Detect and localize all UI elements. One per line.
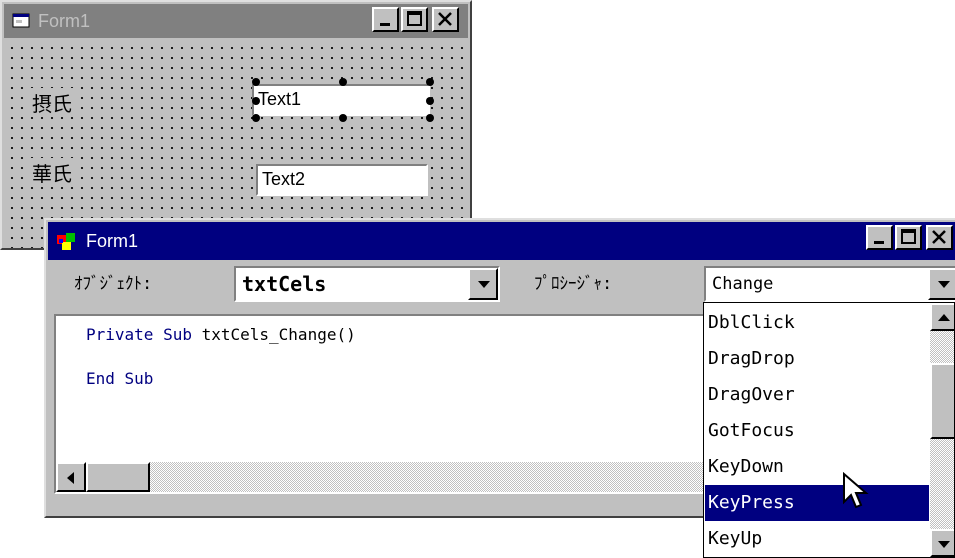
minimize-icon — [380, 23, 390, 26]
procedure-dropdown-list[interactable]: DblClick DragDrop DragOver GotFocus KeyD… — [703, 302, 955, 558]
list-item-gotfocus[interactable]: GotFocus — [705, 413, 929, 449]
code-window-title: Form1 — [86, 231, 139, 251]
list-item-dragover[interactable]: DragOver — [705, 377, 929, 413]
resize-handle[interactable] — [426, 78, 434, 86]
mouse-cursor-icon — [843, 472, 869, 509]
scroll-down-button[interactable] — [930, 529, 954, 557]
close-icon — [932, 230, 946, 244]
code-line[interactable]: Private Sub txtCels_Change() — [86, 324, 356, 346]
vb-project-icon — [57, 233, 75, 250]
designer-maximize-button[interactable] — [401, 7, 428, 32]
code-line[interactable]: End Sub — [86, 368, 153, 390]
chevron-down-icon — [938, 281, 950, 288]
code-close-button[interactable] — [926, 225, 953, 250]
code-title-bar[interactable]: Form1 — [48, 222, 955, 260]
resize-handle[interactable] — [252, 97, 260, 105]
object-dropdown-button[interactable] — [468, 268, 498, 300]
horizontal-scroll-thumb[interactable] — [86, 462, 150, 492]
form-designer-window: Form1 摂氏 華氏 Text1 Text2 — [0, 0, 472, 250]
list-item-keypress[interactable]: KeyPress — [705, 485, 929, 521]
vertical-scrollbar[interactable] — [930, 303, 954, 557]
procedure-dropdown-button[interactable] — [928, 268, 955, 300]
code-maximize-button[interactable] — [895, 225, 922, 250]
designer-title-bar[interactable]: Form1 — [4, 4, 468, 38]
resize-handle[interactable] — [339, 114, 347, 122]
arrow-up-icon — [938, 314, 950, 321]
fahrenheit-label: 華氏 — [30, 158, 74, 187]
arrow-down-icon — [938, 541, 950, 548]
scroll-up-button[interactable] — [930, 303, 954, 331]
designer-minimize-button[interactable] — [372, 7, 399, 32]
procedure-combo-value: Change — [712, 274, 774, 294]
text2-textbox[interactable]: Text2 — [256, 164, 428, 196]
resize-handle[interactable] — [426, 97, 434, 105]
resize-handle[interactable] — [339, 78, 347, 86]
celsius-label: 摂氏 — [30, 88, 74, 117]
list-item-keydown[interactable]: KeyDown — [705, 449, 929, 485]
code-minimize-button[interactable] — [866, 225, 893, 250]
resize-handle[interactable] — [252, 114, 260, 122]
procedure-combo[interactable]: Change — [704, 266, 955, 302]
vertical-scroll-thumb[interactable] — [930, 363, 954, 439]
resize-handle[interactable] — [252, 78, 260, 86]
maximize-icon — [901, 229, 916, 244]
resize-handle[interactable] — [426, 114, 434, 122]
chevron-down-icon — [478, 281, 490, 288]
close-icon — [438, 12, 452, 26]
form-icon — [12, 13, 30, 28]
designer-title: Form1 — [38, 11, 91, 31]
list-item-dblclick[interactable]: DblClick — [705, 305, 929, 341]
minimize-icon — [874, 241, 884, 244]
text1-textbox[interactable]: Text1 — [252, 84, 430, 116]
list-item-keyup[interactable]: KeyUp — [705, 521, 929, 557]
code-keyword: Private Sub — [86, 325, 192, 344]
arrow-left-icon — [67, 472, 74, 484]
code-text: txtCels_Change() — [191, 325, 356, 344]
scroll-left-button[interactable] — [56, 462, 86, 492]
object-label: ｵﾌﾞｼﾞｪｸﾄ: — [74, 274, 153, 294]
list-item-dragdrop[interactable]: DragDrop — [705, 341, 929, 377]
designer-close-button[interactable] — [432, 7, 459, 32]
object-combo[interactable]: txtCels — [234, 266, 500, 302]
procedure-label: ﾌﾟﾛｼｰｼﾞｬ: — [534, 274, 613, 294]
object-combo-value: txtCels — [242, 272, 327, 296]
maximize-icon — [407, 11, 422, 26]
designer-grid-surface[interactable]: 摂氏 華氏 Text1 Text2 — [4, 40, 468, 248]
